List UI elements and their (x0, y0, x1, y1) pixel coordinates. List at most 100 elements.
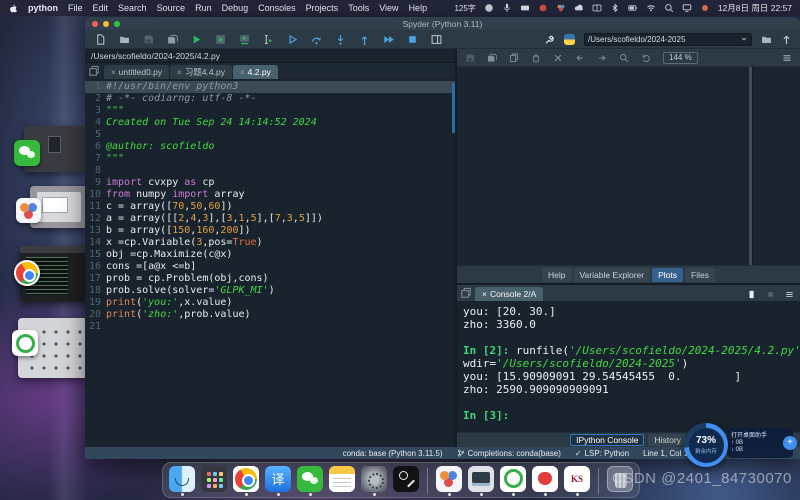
minimized-window-chrome[interactable] (20, 246, 88, 302)
go-up-directory-icon[interactable] (781, 34, 792, 45)
code-editor[interactable]: 1#!/usr/bin/env python32# -*- codiarng: … (85, 79, 455, 447)
rerun-icon[interactable] (263, 34, 274, 45)
dock-finder[interactable] (169, 466, 195, 496)
pane-tab-plots[interactable]: Plots (652, 268, 683, 282)
run-icon[interactable] (191, 34, 202, 45)
menu-edit[interactable]: Edit (93, 3, 109, 13)
menubar-app-name[interactable]: python (28, 3, 58, 13)
browse-console-tabs-icon[interactable] (460, 287, 472, 299)
shapes-icon[interactable] (556, 3, 566, 13)
dock-preview[interactable] (468, 466, 494, 496)
preferences-icon[interactable] (544, 34, 555, 45)
close-console-tab-icon[interactable]: × (482, 289, 487, 299)
browse-tabs-icon[interactable] (88, 65, 100, 77)
pane-tab-help[interactable]: Help (542, 268, 571, 282)
emoji-icon[interactable] (484, 3, 494, 13)
save-icon[interactable] (465, 53, 475, 63)
dock-settings[interactable] (361, 466, 387, 496)
debug-file-icon[interactable] (287, 34, 298, 45)
editor-scrollbar[interactable] (452, 83, 455, 133)
menu-tools[interactable]: Tools (348, 3, 369, 13)
menu-consoles[interactable]: Consoles (258, 3, 296, 13)
console-bottom-tab-history[interactable]: History (648, 434, 686, 446)
close-tab-icon[interactable]: × (240, 68, 245, 77)
dock-ks[interactable]: KS (564, 466, 590, 496)
search-icon[interactable] (664, 3, 674, 13)
memory-monitor-widget[interactable]: 73% 剩余内存 (684, 423, 728, 467)
plots-options-menu-icon[interactable] (782, 53, 792, 63)
console-tab[interactable]: × Console 2/A (475, 287, 543, 301)
panes-icon[interactable] (431, 34, 442, 45)
continue-icon[interactable] (383, 34, 394, 45)
hamburger-icon[interactable] (785, 290, 794, 299)
menu-view[interactable]: View (379, 3, 398, 13)
menu-source[interactable]: Source (157, 3, 186, 13)
step-over-icon[interactable] (311, 34, 322, 45)
python-env-icon[interactable] (564, 34, 575, 45)
run-cell-icon[interactable] (215, 34, 226, 45)
dock-green[interactable] (500, 466, 526, 496)
dock-passwords[interactable] (393, 466, 419, 496)
apple-menu-icon[interactable] (8, 3, 18, 14)
step-out-icon[interactable] (359, 34, 370, 45)
save-all-icon[interactable] (487, 53, 497, 63)
close-tab-icon[interactable]: × (111, 68, 116, 77)
menu-run[interactable]: Run (195, 3, 212, 13)
next-icon[interactable] (597, 53, 607, 63)
dock-drawio[interactable] (436, 466, 462, 496)
battery-icon[interactable] (628, 3, 638, 13)
menu-projects[interactable]: Projects (306, 3, 339, 13)
editor-tab-4.2.py[interactable]: ×4.2.py (233, 65, 278, 79)
editor-tab-习题4.4.py[interactable]: ×习题4.4.py (170, 65, 232, 79)
stop-icon[interactable] (407, 34, 418, 45)
copy-icon[interactable] (509, 53, 519, 63)
window-titlebar[interactable]: Spyder (Python 3.11) (85, 17, 800, 30)
editor-tab-untitled0.py[interactable]: ×untitled0.py (104, 65, 169, 79)
zoom-in-icon[interactable] (619, 53, 629, 63)
dock-translate[interactable]: 译 (265, 466, 291, 496)
remove-icon[interactable] (531, 53, 541, 63)
run-cell-advance-icon[interactable] (239, 34, 250, 45)
browse-directory-icon[interactable] (761, 34, 772, 45)
pane-tab-variable-explorer[interactable]: Variable Explorer (574, 268, 651, 282)
wifi-icon[interactable] (646, 3, 656, 13)
env-btn-icon[interactable] (766, 290, 775, 299)
new-file-icon[interactable] (95, 34, 106, 45)
split-icon[interactable] (592, 3, 602, 13)
menu-help[interactable]: Help (409, 3, 428, 13)
inspect-icon[interactable] (747, 290, 756, 299)
minimized-window-drawio[interactable] (30, 186, 88, 228)
mic-icon[interactable] (502, 3, 512, 13)
close-icon[interactable] (553, 53, 563, 63)
console-bottom-tab-ipython-console[interactable]: IPython Console (570, 434, 644, 446)
ipython-console-output[interactable]: you: [20. 30.]zho: 3360.0 In [2]: runfil… (457, 301, 800, 432)
step-into-icon[interactable] (335, 34, 346, 45)
dock-notes[interactable] (329, 466, 355, 496)
close-tab-icon[interactable]: × (177, 68, 182, 77)
dock-launchpad[interactable] (201, 466, 227, 496)
open-folder-icon[interactable] (119, 34, 130, 45)
save-all-icon[interactable] (167, 34, 178, 45)
display-icon[interactable] (682, 3, 692, 13)
keyboard-icon[interactable] (520, 3, 530, 13)
minimized-window-wechat[interactable] (24, 126, 86, 172)
previous-icon[interactable] (575, 53, 585, 63)
save-icon[interactable] (143, 34, 154, 45)
dot-icon[interactable] (700, 3, 710, 13)
dock-csdn[interactable] (532, 466, 558, 496)
minimized-window-finder[interactable] (18, 318, 88, 378)
undo-icon[interactable] (641, 53, 651, 63)
cloud-icon[interactable] (574, 3, 584, 13)
dock-wechat[interactable] (297, 466, 323, 496)
menu-file[interactable]: File (68, 3, 83, 13)
word-count-badge[interactable]: 125字 (454, 3, 475, 14)
pane-tab-files[interactable]: Files (685, 268, 715, 282)
bluetooth-icon[interactable] (610, 3, 620, 13)
dock-chrome[interactable] (233, 466, 259, 496)
assistant-add-button[interactable]: + (783, 436, 797, 450)
menu-debug[interactable]: Debug (222, 3, 249, 13)
menu-search[interactable]: Search (118, 3, 147, 13)
working-directory-select[interactable]: /Users/scofieldo/2024-2025 (584, 33, 752, 46)
menubar-clock[interactable]: 12月8日 周日 22:57 (718, 2, 792, 14)
record-icon[interactable] (538, 3, 548, 13)
